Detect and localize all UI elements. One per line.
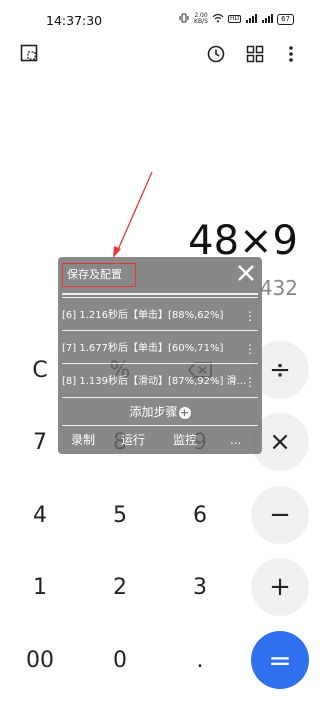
divider: [62, 397, 258, 398]
history-icon[interactable]: [206, 44, 226, 64]
subtract-button[interactable]: −: [251, 486, 309, 544]
digit-6-button[interactable]: 6: [171, 486, 229, 544]
step-label: [6] 1.216秒后【单击】[88%,62%]: [62, 310, 224, 321]
divider: [62, 363, 258, 364]
status-icons: 2.00 KB/S HD 67: [178, 13, 294, 25]
status-time: 14:37:30: [46, 13, 103, 28]
digit-2-button[interactable]: 2: [91, 558, 149, 616]
status-bar: 14:37:30 2.00 KB/S HD 67: [0, 0, 320, 40]
panel-actions: 录制 运行 监控 ...: [58, 429, 262, 451]
equals-button[interactable]: =: [251, 631, 309, 689]
add-step-label: 添加步骤: [129, 405, 178, 419]
run-button[interactable]: 运行: [121, 429, 145, 451]
monitor-button[interactable]: 监控: [173, 429, 197, 451]
divider: [62, 330, 258, 331]
hd-icon: HD: [227, 15, 242, 23]
step-label: [8] 1.139秒后【滑动】[87%,92%] 滑...: [62, 376, 247, 387]
result-display: 432: [259, 276, 298, 300]
digit-5-button[interactable]: 5: [91, 486, 149, 544]
digit-0-button[interactable]: 0: [91, 631, 149, 689]
step-menu-icon[interactable]: ⋮: [244, 302, 256, 330]
step-item[interactable]: [8] 1.139秒后【滑动】[87%,92%] 滑...: [62, 368, 248, 396]
digit-3-button[interactable]: 3: [171, 558, 229, 616]
add-button[interactable]: +: [251, 558, 309, 616]
record-button[interactable]: 录制: [71, 429, 95, 451]
battery-icon: 67: [277, 13, 294, 25]
panel-header: 保存及配置: [58, 257, 262, 293]
save-config-button[interactable]: 保存及配置: [62, 263, 136, 287]
signal-icon: [261, 13, 274, 25]
signal-icon: [245, 13, 258, 25]
add-step-button[interactable]: 添加步骤 +: [58, 401, 262, 423]
divider: [62, 293, 258, 295]
network-speed: 2.00 KB/S: [194, 12, 208, 25]
divider: [62, 425, 258, 426]
step-menu-icon[interactable]: ⋮: [244, 368, 256, 396]
vibrate-icon: [178, 13, 190, 25]
digit-1-button[interactable]: 1: [11, 558, 69, 616]
plus-circle-icon: +: [178, 405, 191, 419]
resize-icon[interactable]: [20, 44, 38, 62]
macro-panel: 保存及配置 [6] 1.216秒后【单击】[88%,62%] ⋮ [7] 1.6…: [58, 257, 262, 454]
double-zero-button[interactable]: 00: [11, 631, 69, 689]
step-menu-icon[interactable]: ⋮: [244, 335, 256, 363]
step-label: [7] 1.677秒后【单击】[60%,71%]: [62, 343, 224, 354]
grid-icon[interactable]: [245, 44, 265, 64]
decimal-button[interactable]: .: [171, 631, 229, 689]
more-actions-button[interactable]: ...: [230, 429, 241, 451]
step-item[interactable]: [7] 1.677秒后【单击】[60%,71%]: [62, 335, 258, 363]
divider: [62, 297, 258, 298]
wifi-icon: [212, 13, 224, 25]
digit-4-button[interactable]: 4: [11, 486, 69, 544]
step-item[interactable]: [6] 1.216秒后【单击】[88%,62%]: [62, 302, 258, 330]
more-icon[interactable]: [281, 44, 301, 64]
close-icon[interactable]: [236, 263, 256, 283]
